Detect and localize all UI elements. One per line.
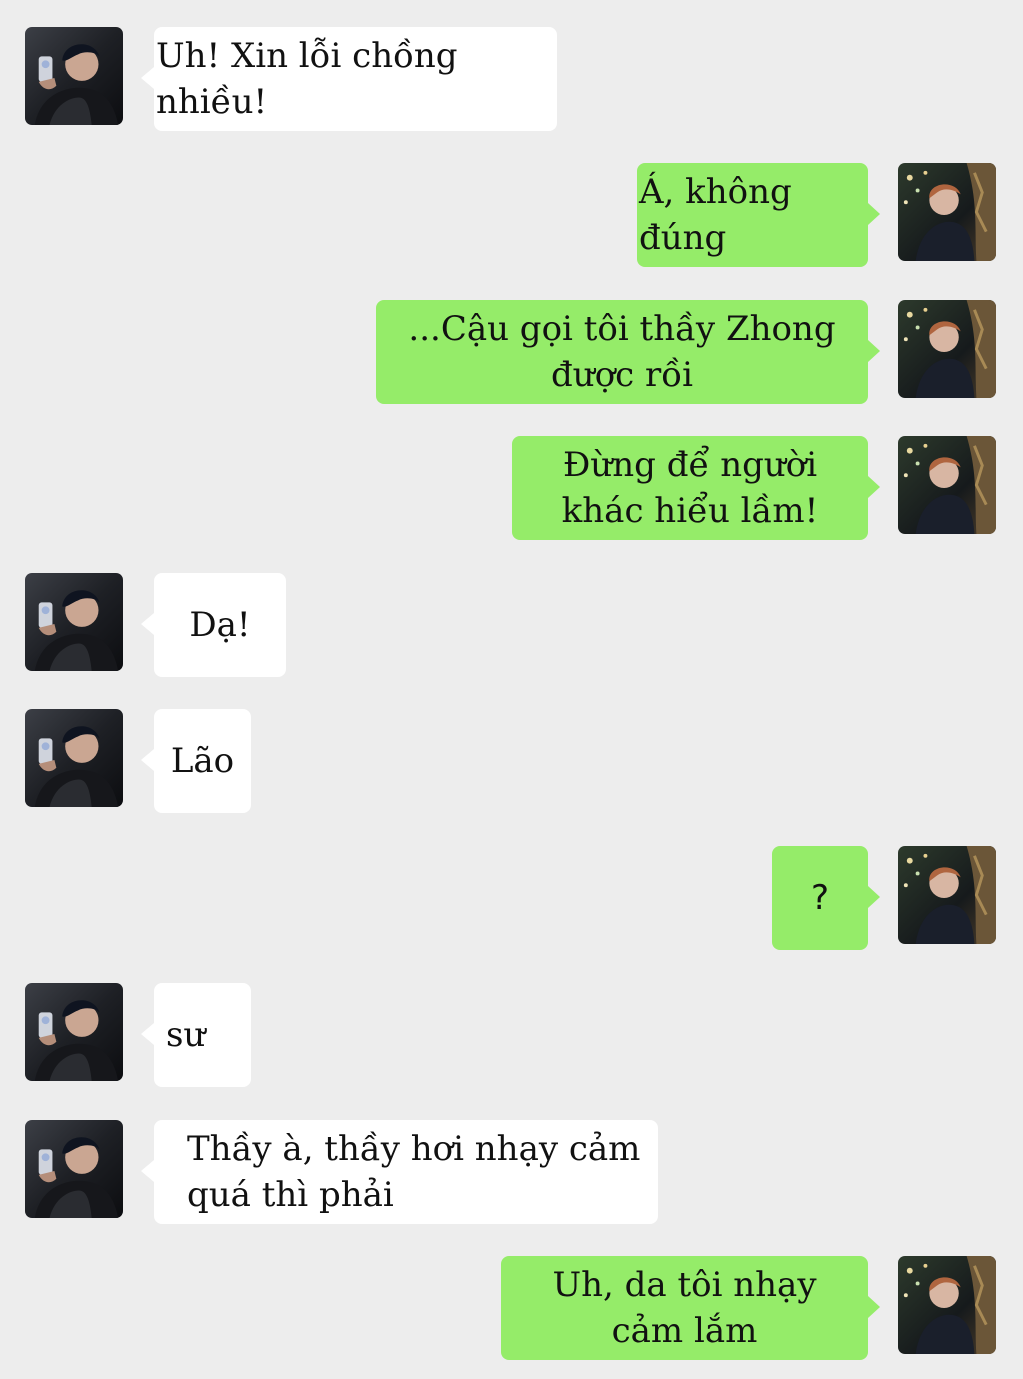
my-avatar-image bbox=[898, 1256, 996, 1354]
outgoing-message-bubble[interactable]: Uh, da tôi nhạy cảm lắm bbox=[501, 1256, 880, 1360]
my-avatar-image bbox=[898, 300, 996, 398]
contact-avatar-image bbox=[25, 709, 123, 807]
message-text: ...Cậu gọi tôi thầy Zhong được rồi bbox=[408, 309, 836, 395]
my-avatar[interactable] bbox=[898, 1256, 996, 1354]
contact-avatar[interactable] bbox=[25, 983, 123, 1081]
contact-avatar[interactable] bbox=[25, 573, 123, 671]
my-avatar[interactable] bbox=[898, 846, 996, 944]
outgoing-message-bubble[interactable]: ? bbox=[772, 846, 880, 950]
message-text: Thầy à, thầy hơi nhạy cảm quá thì phải bbox=[187, 1129, 641, 1215]
contact-avatar[interactable] bbox=[25, 27, 123, 125]
message-text: Đừng để người khác hiểu lầm! bbox=[561, 445, 819, 531]
my-avatar[interactable] bbox=[898, 300, 996, 398]
outgoing-message-bubble[interactable]: ...Cậu gọi tôi thầy Zhong được rồi bbox=[376, 300, 880, 404]
message-text: Dạ! bbox=[189, 605, 251, 645]
contact-avatar-image bbox=[25, 573, 123, 671]
message-text: sư bbox=[166, 1015, 206, 1055]
incoming-message-bubble[interactable]: Lão bbox=[141, 709, 251, 813]
contact-avatar-image bbox=[25, 983, 123, 1081]
outgoing-message-bubble[interactable]: Á, không đúng bbox=[637, 163, 880, 267]
contact-avatar[interactable] bbox=[25, 709, 123, 807]
my-avatar-image bbox=[898, 846, 996, 944]
incoming-message-bubble[interactable]: Thầy à, thầy hơi nhạy cảm quá thì phải bbox=[141, 1120, 658, 1224]
message-text: Á, không đúng bbox=[639, 172, 792, 258]
my-avatar[interactable] bbox=[898, 163, 996, 261]
contact-avatar-image bbox=[25, 1120, 123, 1218]
my-avatar-image bbox=[898, 163, 996, 261]
message-text: Uh! Xin lỗi chồng nhiều! bbox=[156, 36, 458, 122]
incoming-message-bubble[interactable]: Uh! Xin lỗi chồng nhiều! bbox=[141, 27, 557, 131]
contact-avatar-image bbox=[25, 27, 123, 125]
my-avatar[interactable] bbox=[898, 436, 996, 534]
outgoing-message-bubble[interactable]: Đừng để người khác hiểu lầm! bbox=[512, 436, 880, 540]
incoming-message-bubble[interactable]: sư bbox=[141, 983, 251, 1087]
incoming-message-bubble[interactable]: Dạ! bbox=[141, 573, 286, 677]
contact-avatar[interactable] bbox=[25, 1120, 123, 1218]
message-text: Uh, da tôi nhạy cảm lắm bbox=[552, 1265, 817, 1351]
message-text: ? bbox=[810, 878, 830, 918]
message-text: Lão bbox=[170, 741, 235, 781]
my-avatar-image bbox=[898, 436, 996, 534]
